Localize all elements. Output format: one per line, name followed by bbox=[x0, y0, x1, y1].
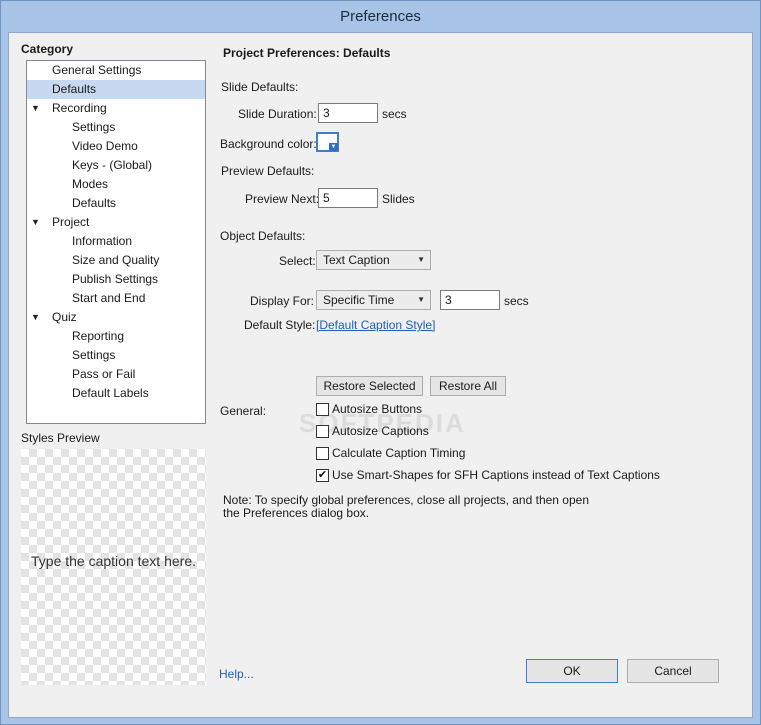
restore-all-button[interactable]: Restore All bbox=[430, 376, 506, 396]
dialog-client-area: Category General Settings Defaults ▼ Record… bbox=[8, 32, 753, 718]
default-caption-style-link[interactable]: [Default Caption Style] bbox=[316, 318, 435, 332]
tree-item-label: General Settings bbox=[52, 63, 142, 77]
default-style-label: Default Style: bbox=[244, 318, 316, 332]
tree-item-label: Modes bbox=[72, 177, 109, 191]
caption-placeholder-text: Type the caption text here. bbox=[31, 553, 196, 569]
tree-item-keys-global[interactable]: Keys - (Global) bbox=[27, 156, 205, 175]
tree-item-general-settings[interactable]: General Settings bbox=[27, 61, 205, 80]
restore-selected-button[interactable]: Restore Selected bbox=[316, 376, 423, 396]
window-title: Preferences bbox=[340, 8, 421, 25]
tree-item-settings[interactable]: Settings bbox=[27, 118, 205, 137]
tree-item-label: Recording bbox=[52, 101, 107, 115]
tree-item-project[interactable]: ▼ Project bbox=[27, 213, 205, 232]
tree-item-label: Video Demo bbox=[72, 139, 138, 153]
tree-item-label: Settings bbox=[72, 120, 116, 134]
tree-item-defaults[interactable]: Defaults bbox=[27, 194, 205, 213]
display-for-label: Display For: bbox=[250, 294, 315, 308]
general-label: General: bbox=[220, 404, 267, 418]
tree-item-modes[interactable]: Modes bbox=[27, 175, 205, 194]
tree-item-label: Size and Quality bbox=[72, 253, 160, 267]
display-time-input[interactable]: 3 bbox=[440, 290, 500, 310]
slide-duration-input[interactable]: 3 bbox=[318, 103, 378, 123]
chevron-down-icon: ▼ bbox=[417, 295, 425, 304]
panel-heading: Project Preferences: Defaults bbox=[223, 46, 391, 60]
checkbox-label[interactable]: Calculate Caption Timing bbox=[332, 446, 465, 460]
tree-item-label: Keys - (Global) bbox=[72, 158, 153, 172]
category-tree[interactable]: General Settings Defaults ▼ Recording Settin… bbox=[26, 60, 206, 424]
preview-next-label: Preview Next: bbox=[245, 192, 320, 206]
styles-preview-canvas: Type the caption text here. bbox=[21, 449, 206, 685]
ok-button[interactable]: OK bbox=[526, 659, 618, 683]
note-line-1: Note: To specify global preferences, clo… bbox=[223, 493, 589, 507]
expand-arrow-icon[interactable]: ▼ bbox=[31, 99, 40, 118]
chevron-down-icon: ▼ bbox=[417, 255, 425, 264]
preview-next-input[interactable]: 5 bbox=[318, 188, 378, 208]
slide-duration-unit: secs bbox=[382, 107, 407, 121]
styles-preview-label: Styles Preview bbox=[21, 431, 100, 445]
display-for-value: Specific Time bbox=[323, 293, 395, 307]
tree-item-label: Publish Settings bbox=[72, 272, 159, 286]
tree-item-quiz[interactable]: ▼ Quiz bbox=[27, 308, 205, 327]
checkbox-label[interactable]: Autosize Captions bbox=[332, 424, 429, 438]
tree-item-video-demo[interactable]: Video Demo bbox=[27, 137, 205, 156]
tree-item-label: Defaults bbox=[52, 82, 97, 96]
checkbox-unchecked[interactable] bbox=[316, 403, 329, 416]
object-defaults-label: Object Defaults: bbox=[220, 229, 306, 243]
category-heading: Category bbox=[21, 42, 74, 56]
tree-item-label: Default Labels bbox=[72, 386, 149, 400]
checkbox-unchecked[interactable] bbox=[316, 425, 329, 438]
display-for-dropdown[interactable]: Specific Time ▼ bbox=[316, 290, 431, 310]
preferences-window: Preferences Category General Settings Def… bbox=[0, 0, 761, 725]
tree-item-defaults[interactable]: Defaults bbox=[27, 80, 205, 99]
color-dropdown-arrow-icon: ▼ bbox=[329, 143, 338, 151]
tree-item-reporting[interactable]: Reporting bbox=[27, 327, 205, 346]
background-color-picker[interactable]: ▼ bbox=[316, 132, 339, 152]
cancel-button[interactable]: Cancel bbox=[627, 659, 719, 683]
background-color-label: Background color: bbox=[220, 137, 317, 151]
tree-item-start-and-end[interactable]: Start and End bbox=[27, 289, 205, 308]
tree-item-size-and-quality[interactable]: Size and Quality bbox=[27, 251, 205, 270]
object-type-value: Text Caption bbox=[323, 253, 390, 267]
tree-item-label: Quiz bbox=[52, 310, 77, 324]
slide-defaults-label: Slide Defaults: bbox=[221, 80, 299, 94]
checkbox-checked[interactable]: ✔ bbox=[316, 469, 329, 482]
object-type-dropdown[interactable]: Text Caption ▼ bbox=[316, 250, 431, 270]
preview-next-unit: Slides bbox=[382, 192, 415, 206]
tree-item-label: Defaults bbox=[72, 196, 117, 210]
preview-defaults-label: Preview Defaults: bbox=[221, 164, 315, 178]
expand-arrow-icon[interactable]: ▼ bbox=[31, 308, 40, 327]
tree-item-label: Settings bbox=[72, 348, 116, 362]
slide-duration-label: Slide Duration: bbox=[238, 107, 317, 121]
tree-item-label: Information bbox=[72, 234, 133, 248]
tree-item-settings[interactable]: Settings bbox=[27, 346, 205, 365]
tree-item-label: Start and End bbox=[72, 291, 146, 305]
tree-item-information[interactable]: Information bbox=[27, 232, 205, 251]
select-label: Select: bbox=[279, 254, 316, 268]
tree-item-label: Reporting bbox=[72, 329, 125, 343]
display-time-unit: secs bbox=[504, 294, 529, 308]
tree-item-label: Project bbox=[52, 215, 90, 229]
help-link[interactable]: Help... bbox=[219, 667, 254, 681]
checkbox-label[interactable]: Autosize Buttons bbox=[332, 402, 422, 416]
note-line-2: the Preferences dialog box. bbox=[223, 506, 370, 520]
checkbox-unchecked[interactable] bbox=[316, 447, 329, 460]
tree-item-label: Pass or Fail bbox=[72, 367, 136, 381]
expand-arrow-icon[interactable]: ▼ bbox=[31, 213, 40, 232]
tree-item-pass-or-fail[interactable]: Pass or Fail bbox=[27, 365, 205, 384]
tree-item-recording[interactable]: ▼ Recording bbox=[27, 99, 205, 118]
checkbox-label[interactable]: Use Smart-Shapes for SFH Captions instea… bbox=[332, 468, 660, 482]
tree-item-default-labels[interactable]: Default Labels bbox=[27, 384, 205, 403]
tree-item-publish-settings[interactable]: Publish Settings bbox=[27, 270, 205, 289]
